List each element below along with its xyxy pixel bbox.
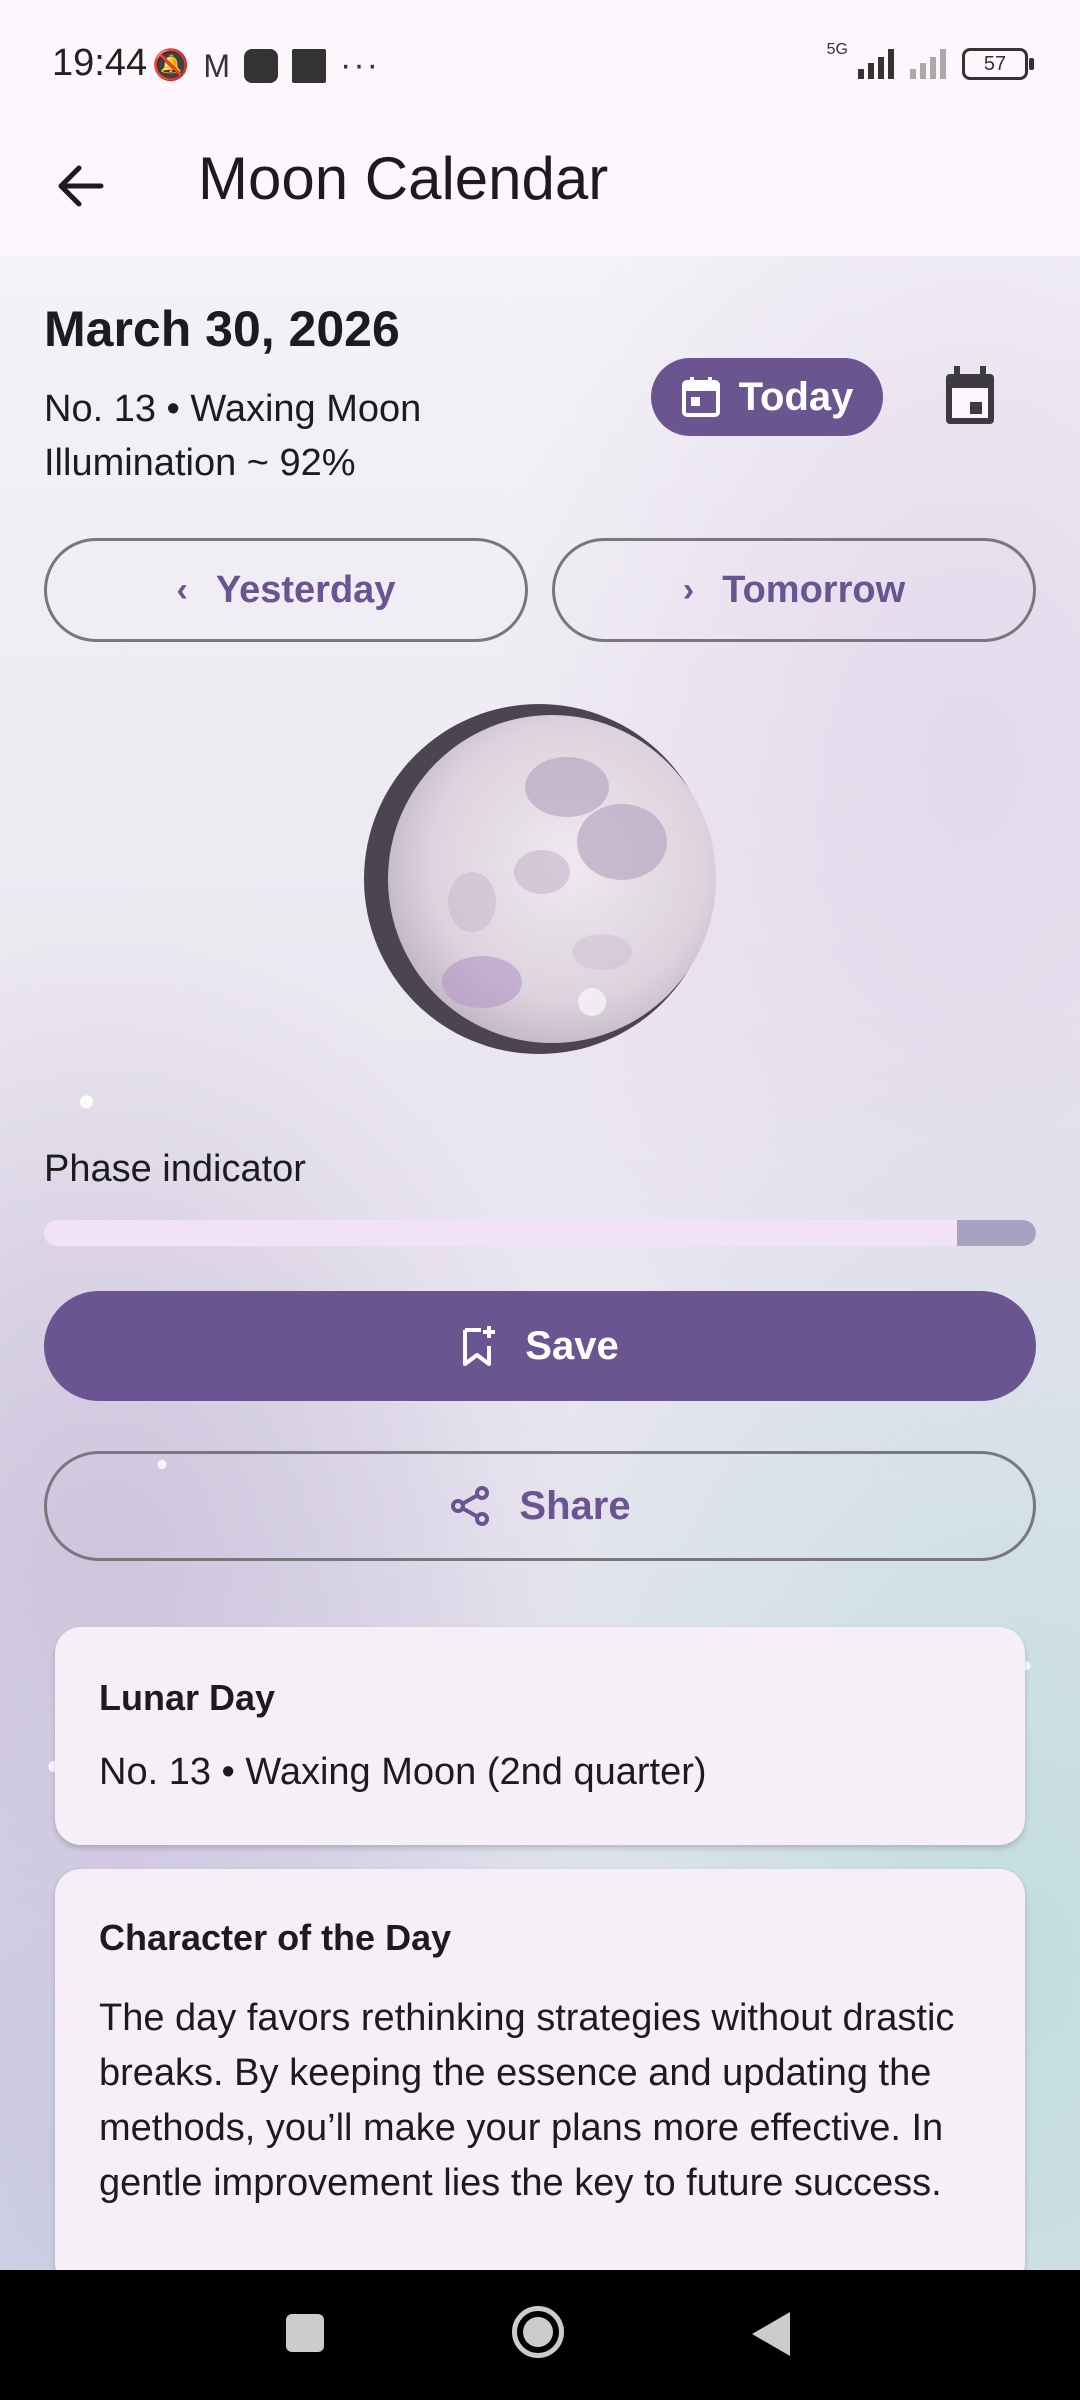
notification-icons: 🔕 M ··· xyxy=(152,46,380,85)
share-button[interactable]: Share xyxy=(44,1451,1036,1561)
chevron-right-icon: › xyxy=(682,570,695,609)
character-card: Character of the Day The day favors reth… xyxy=(55,1869,1025,2289)
lunar-day-summary: No. 13 • Waxing Moon xyxy=(44,388,422,430)
mail-icon: M xyxy=(203,47,231,84)
recent-apps-button[interactable] xyxy=(286,2314,324,2352)
calendar-icon xyxy=(946,366,994,424)
chevron-left-icon: ‹ xyxy=(176,570,188,609)
character-title: Character of the Day xyxy=(99,1917,452,1958)
today-button[interactable]: Today xyxy=(651,358,883,436)
signal-icon xyxy=(858,49,894,79)
status-bar: 19:44 🔕 M ··· 5G 57 xyxy=(0,0,1080,130)
app-bar: Moon Calendar xyxy=(0,130,1080,256)
phase-indicator-label: Phase indicator xyxy=(44,1148,306,1190)
home-button[interactable] xyxy=(512,2306,564,2358)
character-text: The day favors rethinking strategies wit… xyxy=(99,1997,955,2204)
arrow-left-icon xyxy=(58,165,104,207)
illumination-text: Illumination ~ 92% xyxy=(44,442,356,484)
today-label: Today xyxy=(738,374,854,419)
lunar-day-title: Lunar Day xyxy=(99,1677,276,1718)
phase-indicator-bar xyxy=(44,1220,1036,1246)
lunar-day-card: Lunar Day No. 13 • Waxing Moon (2nd quar… xyxy=(55,1627,1025,1845)
calendar-today-icon xyxy=(681,377,720,417)
date-picker-button[interactable] xyxy=(940,364,1000,428)
battery-icon: 57 xyxy=(962,48,1034,80)
network-type: 5G xyxy=(826,41,848,58)
muted-bell-icon: 🔕 xyxy=(152,49,190,82)
share-label: Share xyxy=(519,1483,631,1528)
current-date: March 30, 2026 xyxy=(44,301,400,357)
app-notification-icon-2 xyxy=(292,48,327,83)
phase-indicator-marker xyxy=(956,1220,1036,1246)
save-label: Save xyxy=(525,1323,619,1368)
page-title: Moon Calendar xyxy=(198,145,609,212)
home-icon xyxy=(523,2317,553,2347)
tomorrow-label: Tomorrow xyxy=(722,568,906,611)
more-notifications-icon: ··· xyxy=(340,46,380,84)
system-icons: 5G 57 xyxy=(827,41,1034,80)
status-time: 19:44 xyxy=(52,42,148,84)
app-notification-icon xyxy=(244,48,279,83)
system-navigation-bar xyxy=(0,2270,1080,2400)
system-back-button[interactable] xyxy=(752,2312,790,2356)
lunar-day-text: No. 13 • Waxing Moon (2nd quarter) xyxy=(99,1751,707,1793)
yesterday-button[interactable]: ‹ Yesterday xyxy=(44,538,528,642)
back-button[interactable] xyxy=(44,150,116,222)
bookmark-add-icon xyxy=(463,1326,496,1366)
signal-icon-2 xyxy=(910,49,946,79)
share-icon xyxy=(451,1486,490,1526)
save-button[interactable]: Save xyxy=(44,1291,1036,1401)
tomorrow-button[interactable]: › Tomorrow xyxy=(552,538,1036,642)
moon-phase-image xyxy=(364,704,716,1054)
yesterday-label: Yesterday xyxy=(215,568,396,611)
